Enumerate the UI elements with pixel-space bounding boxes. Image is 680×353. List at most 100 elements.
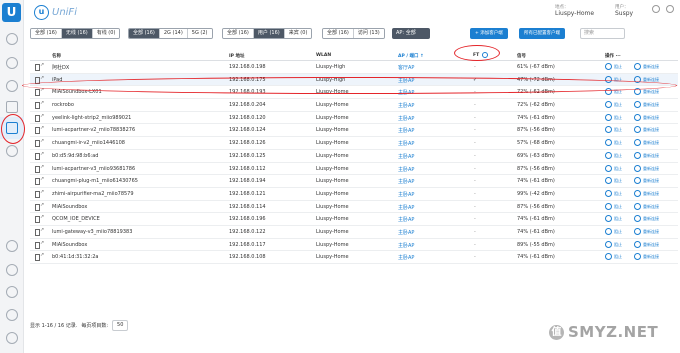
reconnect-icon[interactable] [634, 253, 641, 261]
block-action[interactable]: 阻止 [614, 254, 622, 260]
block-icon[interactable] [605, 126, 612, 134]
filter-wired[interactable]: 有线 (0) [92, 29, 120, 38]
block-action[interactable]: 阻止 [614, 242, 622, 248]
reconnect-icon[interactable] [634, 227, 641, 235]
reconnect-icon[interactable] [634, 126, 641, 134]
site-selector[interactable]: 地点： Liuspy-Home [555, 4, 605, 17]
reconnect-action[interactable]: 重新连接 [643, 216, 659, 222]
filter-all-user[interactable]: 全部 (16) [223, 29, 254, 38]
table-row[interactable]: ↗ lumi-gateway-v3_miio78819383 192.168.0.1… [30, 226, 678, 239]
map-icon[interactable] [6, 80, 18, 92]
reconnect-action[interactable]: 重新连接 [643, 64, 659, 70]
client-ap[interactable]: 主卧AP [398, 102, 414, 109]
reconnect-icon[interactable] [634, 139, 641, 147]
reconnect-icon[interactable] [634, 189, 641, 197]
user-menu[interactable]: 用户： Suspy [615, 4, 647, 17]
block-action[interactable]: 阻止 [614, 64, 622, 70]
client-ap[interactable]: 主卧AP [398, 254, 414, 261]
bell-icon[interactable] [6, 286, 18, 298]
client-name[interactable]: chuangmi-ir-v2_miio1446108 [52, 140, 125, 146]
client-name[interactable]: rockrobo [52, 102, 74, 108]
reconnect-action[interactable]: 重新连接 [643, 115, 659, 121]
block-icon[interactable] [605, 202, 612, 210]
block-icon[interactable] [605, 164, 612, 172]
block-icon[interactable] [605, 63, 612, 70]
reconnect-icon[interactable] [634, 202, 641, 210]
filter-all-band[interactable]: 全部 (16) [129, 29, 160, 38]
table-row[interactable]: ↗ b0:d5:9d:98:b6:ad 192.168.0.125 Liuspy-Ho… [30, 150, 678, 163]
reconnect-icon[interactable] [634, 101, 641, 109]
chat-icon[interactable] [6, 264, 18, 276]
reconnect-action[interactable]: 重新连接 [643, 204, 659, 210]
block-action[interactable]: 阻止 [614, 166, 622, 172]
settings-gear-icon[interactable] [6, 332, 18, 344]
table-row[interactable]: ↗ rockrobo 192.168.0.204 Liuspy-Home 主卧AP - 72… [30, 99, 678, 112]
unifi-logo[interactable]: U [2, 3, 21, 22]
filter-5g[interactable]: 5G (2) [187, 29, 212, 38]
block-action[interactable]: 阻止 [614, 191, 622, 197]
statistics-icon[interactable] [6, 57, 18, 69]
table-row[interactable]: ↗ QCOM_IOE_DEVICE 192.168.0.196 Liuspy-Home… [30, 213, 678, 226]
block-icon[interactable] [605, 101, 612, 109]
client-ap[interactable]: 主卧AP [398, 153, 414, 160]
client-ap[interactable]: 主卧AP [398, 178, 414, 185]
client-name[interactable]: MiAiSoundbox [52, 204, 87, 210]
filter-all-connection[interactable]: 全部 (16) [31, 29, 62, 38]
client-ap[interactable]: 主卧AP [398, 191, 414, 198]
client-name[interactable]: 阿杜DX [52, 64, 69, 71]
reconnect-icon[interactable] [634, 177, 641, 185]
alerts-icon[interactable] [6, 309, 18, 321]
block-icon[interactable] [605, 227, 612, 235]
ap-select[interactable]: AP: 全部 [392, 28, 430, 39]
block-icon[interactable] [605, 240, 612, 248]
block-action[interactable]: 阻止 [614, 216, 622, 222]
block-icon[interactable] [605, 139, 612, 147]
client-name[interactable]: yeelink-light-strip2_miio989021 [52, 115, 131, 121]
info-icon[interactable] [6, 240, 18, 252]
reconnect-icon[interactable] [634, 113, 641, 121]
devices-icon[interactable] [6, 101, 18, 113]
reconnect-action[interactable]: 重新连接 [643, 140, 659, 146]
table-row[interactable]: ↗ lumi-acpartner-v3_miio93681786 192.168.0… [30, 163, 678, 176]
per-page-select[interactable]: 50 [112, 319, 129, 331]
reconnect-icon[interactable] [634, 240, 641, 248]
filter-guests[interactable]: 来宾 (0) [284, 29, 312, 38]
table-row[interactable]: ↗ chuangmi-plug-m1_miio61430765 192.168.0.… [30, 175, 678, 188]
reconnect-action[interactable]: 重新连接 [643, 254, 659, 260]
block-icon[interactable] [605, 215, 612, 223]
filter-visited[interactable]: 访问 (13) [353, 29, 384, 38]
col-signal[interactable]: 信号 [517, 53, 526, 59]
close-icon[interactable] [666, 5, 674, 13]
block-icon[interactable] [605, 177, 612, 185]
reconnect-action[interactable]: 重新连接 [643, 89, 659, 95]
configured-clients-button[interactable]: 所有已配置客户端 [519, 28, 565, 39]
reconnect-icon[interactable] [634, 63, 641, 70]
block-icon[interactable] [605, 113, 612, 121]
block-action[interactable]: 阻止 [614, 102, 622, 108]
search-input[interactable]: 搜索 [580, 28, 625, 39]
reconnect-action[interactable]: 重新连接 [643, 127, 659, 133]
client-name[interactable]: b0:41:1d:31:32:2a [52, 254, 98, 260]
block-action[interactable]: 阻止 [614, 178, 622, 184]
reconnect-icon[interactable] [634, 215, 641, 223]
filter-users[interactable]: 用户 (16) [253, 29, 285, 38]
table-row[interactable]: ↗ 阿杜DX 192.168.0.198 Liuspy-High 客厅AP - 61% (-… [30, 61, 678, 74]
client-ap[interactable]: 主卧AP [398, 229, 414, 236]
reconnect-icon[interactable] [634, 151, 641, 159]
reconnect-action[interactable]: 重新连接 [643, 102, 659, 108]
reconnect-icon[interactable] [634, 164, 641, 172]
block-icon[interactable] [605, 189, 612, 197]
table-row[interactable]: ↗ zhimi-airpurifier-ma2_miio78579 192.168.… [30, 188, 678, 201]
filter-wireless[interactable]: 无线 (16) [61, 29, 93, 38]
table-row[interactable]: ↗ chuangmi-ir-v2_miio1446108 192.168.0.126… [30, 137, 678, 150]
client-name[interactable]: lumi-acpartner-v3_miio93681786 [52, 166, 135, 172]
client-ap[interactable]: 主卧AP [398, 216, 414, 223]
client-name[interactable]: zhimi-airpurifier-ma2_miio78579 [52, 191, 134, 197]
client-name[interactable]: chuangmi-plug-m1_miio61430765 [52, 178, 138, 184]
reconnect-action[interactable]: 重新连接 [643, 178, 659, 184]
col-name[interactable]: 名称 [52, 53, 61, 59]
block-action[interactable]: 阻止 [614, 229, 622, 235]
client-ap[interactable]: 主卧AP [398, 166, 414, 173]
block-action[interactable]: 阻止 [614, 204, 622, 210]
block-action[interactable]: 阻止 [614, 127, 622, 133]
